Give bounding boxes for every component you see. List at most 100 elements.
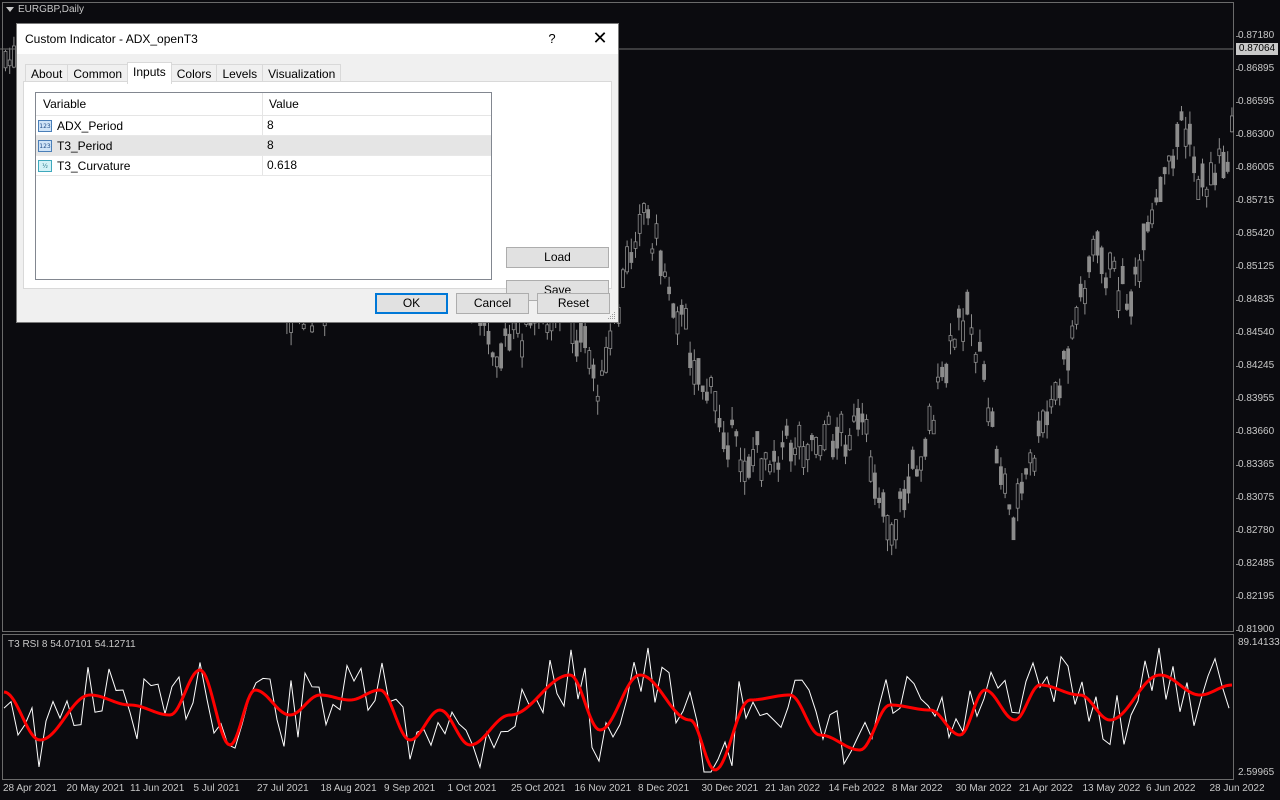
candle (696, 358, 701, 391)
price-tick-label: 0.84835 (1238, 294, 1275, 305)
price-tick-label: 0.85715 (1238, 195, 1275, 206)
price-axis[interactable]: 0.87180 0.86895 0.86595 0.86300 0.86005 0.857… (1236, 0, 1280, 800)
load-button[interactable]: Load (506, 247, 609, 268)
candle (705, 378, 709, 404)
price-tick-label: 0.84245 (1238, 360, 1275, 371)
value-column-header[interactable]: Value (263, 93, 491, 115)
candle (1041, 409, 1045, 438)
candle (969, 314, 974, 347)
price-tick-mark (1236, 432, 1239, 433)
candle (1162, 166, 1167, 185)
candle (604, 336, 608, 374)
candle (927, 403, 932, 435)
value-cell[interactable]: 8 (263, 136, 491, 155)
grid-row[interactable]: ½ T3_Curvature 0.618 (36, 156, 491, 176)
dialog-title: Custom Indicator - ADX_openT3 (25, 32, 198, 46)
candle (839, 411, 844, 447)
price-tick-mark (1236, 300, 1239, 301)
candle (768, 460, 772, 475)
candle (1188, 111, 1192, 157)
dropdown-triangle-icon[interactable] (6, 7, 14, 12)
candle (717, 404, 722, 433)
time-tick-label: 25 Oct 2021 (511, 783, 566, 794)
indicator-axis-max: 89.14133 (1238, 637, 1280, 648)
candle (688, 341, 692, 376)
cancel-button[interactable]: Cancel (456, 293, 529, 314)
candle (1158, 176, 1163, 203)
candle (684, 303, 688, 330)
integer-icon: 123 (38, 139, 52, 152)
tab-inputs[interactable]: Inputs (127, 62, 172, 84)
variable-cell[interactable]: ½ T3_Curvature (36, 156, 263, 175)
candle (1179, 105, 1184, 121)
candle (1007, 504, 1012, 516)
candle (1196, 175, 1201, 200)
inputs-grid[interactable]: Variable Value 123 ADX_Period 8 123 T3_Perio… (35, 92, 492, 280)
candle (1192, 146, 1196, 182)
candle (721, 421, 726, 453)
candle (646, 205, 650, 226)
candle (906, 463, 911, 504)
candle (822, 420, 827, 452)
candle (486, 319, 491, 355)
candle (940, 361, 944, 381)
variable-cell[interactable]: 123 T3_Period (36, 136, 263, 155)
candle (1204, 186, 1209, 208)
candle (726, 432, 730, 468)
candle (7, 47, 12, 74)
price-tick-mark (1236, 630, 1239, 631)
candle (1213, 164, 1217, 191)
time-tick-label: 20 May 2021 (66, 783, 125, 794)
value-cell[interactable]: 0.618 (263, 156, 491, 175)
candle (1049, 385, 1054, 414)
candle (910, 446, 915, 470)
candle (1011, 516, 1016, 541)
symbol-text: EURGBP,Daily (18, 4, 84, 15)
candle (1221, 145, 1226, 179)
close-button[interactable]: ✕ (583, 24, 617, 54)
candle (1095, 230, 1100, 264)
candle (1045, 400, 1049, 439)
price-tick-label: 0.83075 (1238, 492, 1275, 503)
candle (747, 454, 751, 480)
time-axis[interactable]: 28 Apr 2021 20 May 2021 11 Jun 2021 5 Jul 2… (0, 780, 1265, 800)
resize-grip-icon[interactable] (608, 312, 616, 320)
candle (663, 263, 667, 279)
price-tick-label: 0.86300 (1238, 129, 1275, 140)
candle (1125, 293, 1129, 312)
candle (902, 480, 907, 518)
candle (1070, 320, 1075, 340)
candle (625, 240, 629, 275)
integer-icon: 123 (38, 119, 52, 132)
variable-column-header[interactable]: Variable (36, 93, 263, 115)
candle (621, 267, 625, 288)
grid-row[interactable]: 123 T3_Period 8 (36, 136, 491, 156)
candle (1078, 276, 1083, 302)
candle (734, 429, 739, 447)
candle (1137, 254, 1142, 288)
time-tick-label: 21 Apr 2022 (1019, 783, 1073, 794)
time-tick-label: 8 Mar 2022 (892, 783, 943, 794)
candle (713, 391, 718, 424)
candle (1183, 116, 1188, 159)
candle (780, 430, 785, 460)
ok-button[interactable]: OK (375, 293, 448, 314)
candle (973, 351, 978, 374)
dialog-titlebar[interactable]: Custom Indicator - ADX_openT3 ? ✕ (17, 24, 618, 54)
help-button[interactable]: ? (537, 24, 567, 54)
reset-button[interactable]: Reset (537, 293, 610, 314)
variable-cell[interactable]: 123 ADX_Period (36, 116, 263, 135)
value-cell[interactable]: 8 (263, 116, 491, 135)
candle (801, 440, 806, 475)
candle (1141, 223, 1146, 262)
grid-row[interactable]: 123 ADX_Period 8 (36, 116, 491, 136)
symbol-label[interactable]: EURGBP,Daily (6, 4, 84, 15)
candle (675, 306, 680, 345)
time-tick-label: 28 Apr 2021 (3, 783, 57, 794)
time-tick-label: 11 Jun 2021 (130, 783, 185, 794)
candle (490, 351, 495, 366)
indicator-lines (3, 647, 1233, 773)
candle (1112, 256, 1117, 272)
price-tick-label: 0.83660 (1238, 426, 1275, 437)
candle (507, 324, 512, 352)
